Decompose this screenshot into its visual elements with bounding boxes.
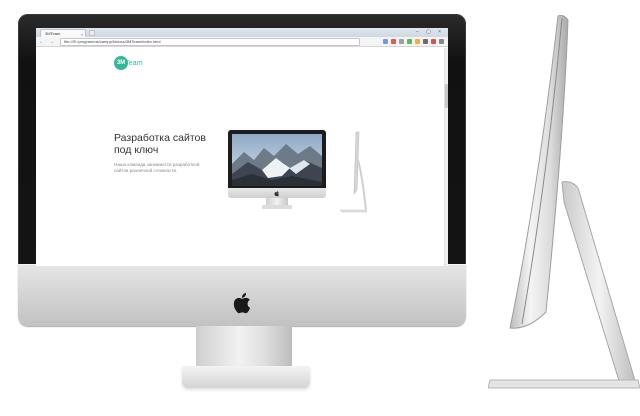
imac-side-view bbox=[488, 15, 640, 389]
extension-icon[interactable] bbox=[431, 39, 436, 44]
extension-icon[interactable] bbox=[391, 39, 396, 44]
address-bar[interactable]: file:///E:/programms/xampp/htdocs/3MTeam… bbox=[60, 38, 360, 46]
browser-tab[interactable]: 3MTeam × bbox=[40, 29, 86, 37]
hero-imac-side-image bbox=[339, 131, 368, 213]
apple-logo-icon bbox=[274, 190, 279, 197]
mini-foot bbox=[262, 205, 292, 209]
scrollbar[interactable] bbox=[444, 48, 448, 266]
hero-headline: Разработка сайтов под ключ bbox=[114, 132, 206, 156]
extension-icon[interactable] bbox=[399, 39, 404, 44]
menu-icon[interactable] bbox=[439, 39, 444, 44]
browser-tabbar: 3MTeam × – ▢ × bbox=[36, 28, 448, 37]
tab-title: 3MTeam bbox=[45, 31, 61, 36]
window-controls[interactable]: – ▢ × bbox=[416, 29, 444, 36]
browser-toolbar: ← → ⟳ file:///E:/programms/xampp/htdocs/… bbox=[36, 37, 448, 47]
stand-foot bbox=[182, 366, 310, 388]
scroll-thumb[interactable] bbox=[445, 84, 448, 108]
screen: 3MTeam × – ▢ × ← → ⟳ file:///E:/programm… bbox=[36, 28, 448, 266]
web-page: 3M Team Разработка сайтов под ключ Наша … bbox=[36, 48, 448, 266]
extension-icon[interactable] bbox=[383, 39, 388, 44]
hero-subtext: Наша команда занимается разработкой сайт… bbox=[114, 162, 200, 173]
mini-bezel bbox=[228, 130, 326, 190]
extension-icon[interactable] bbox=[407, 39, 412, 44]
site-logo[interactable]: 3M Team bbox=[114, 56, 143, 70]
extension-icons bbox=[383, 39, 444, 45]
stand-neck bbox=[196, 326, 292, 370]
apple-logo-icon bbox=[233, 293, 251, 314]
extension-icon[interactable] bbox=[423, 39, 428, 44]
extension-icon[interactable] bbox=[415, 39, 420, 44]
hero-imac-image bbox=[228, 130, 328, 212]
logo-text: Team bbox=[125, 59, 143, 67]
new-tab-button[interactable] bbox=[89, 30, 95, 36]
mountain-image bbox=[232, 134, 322, 186]
